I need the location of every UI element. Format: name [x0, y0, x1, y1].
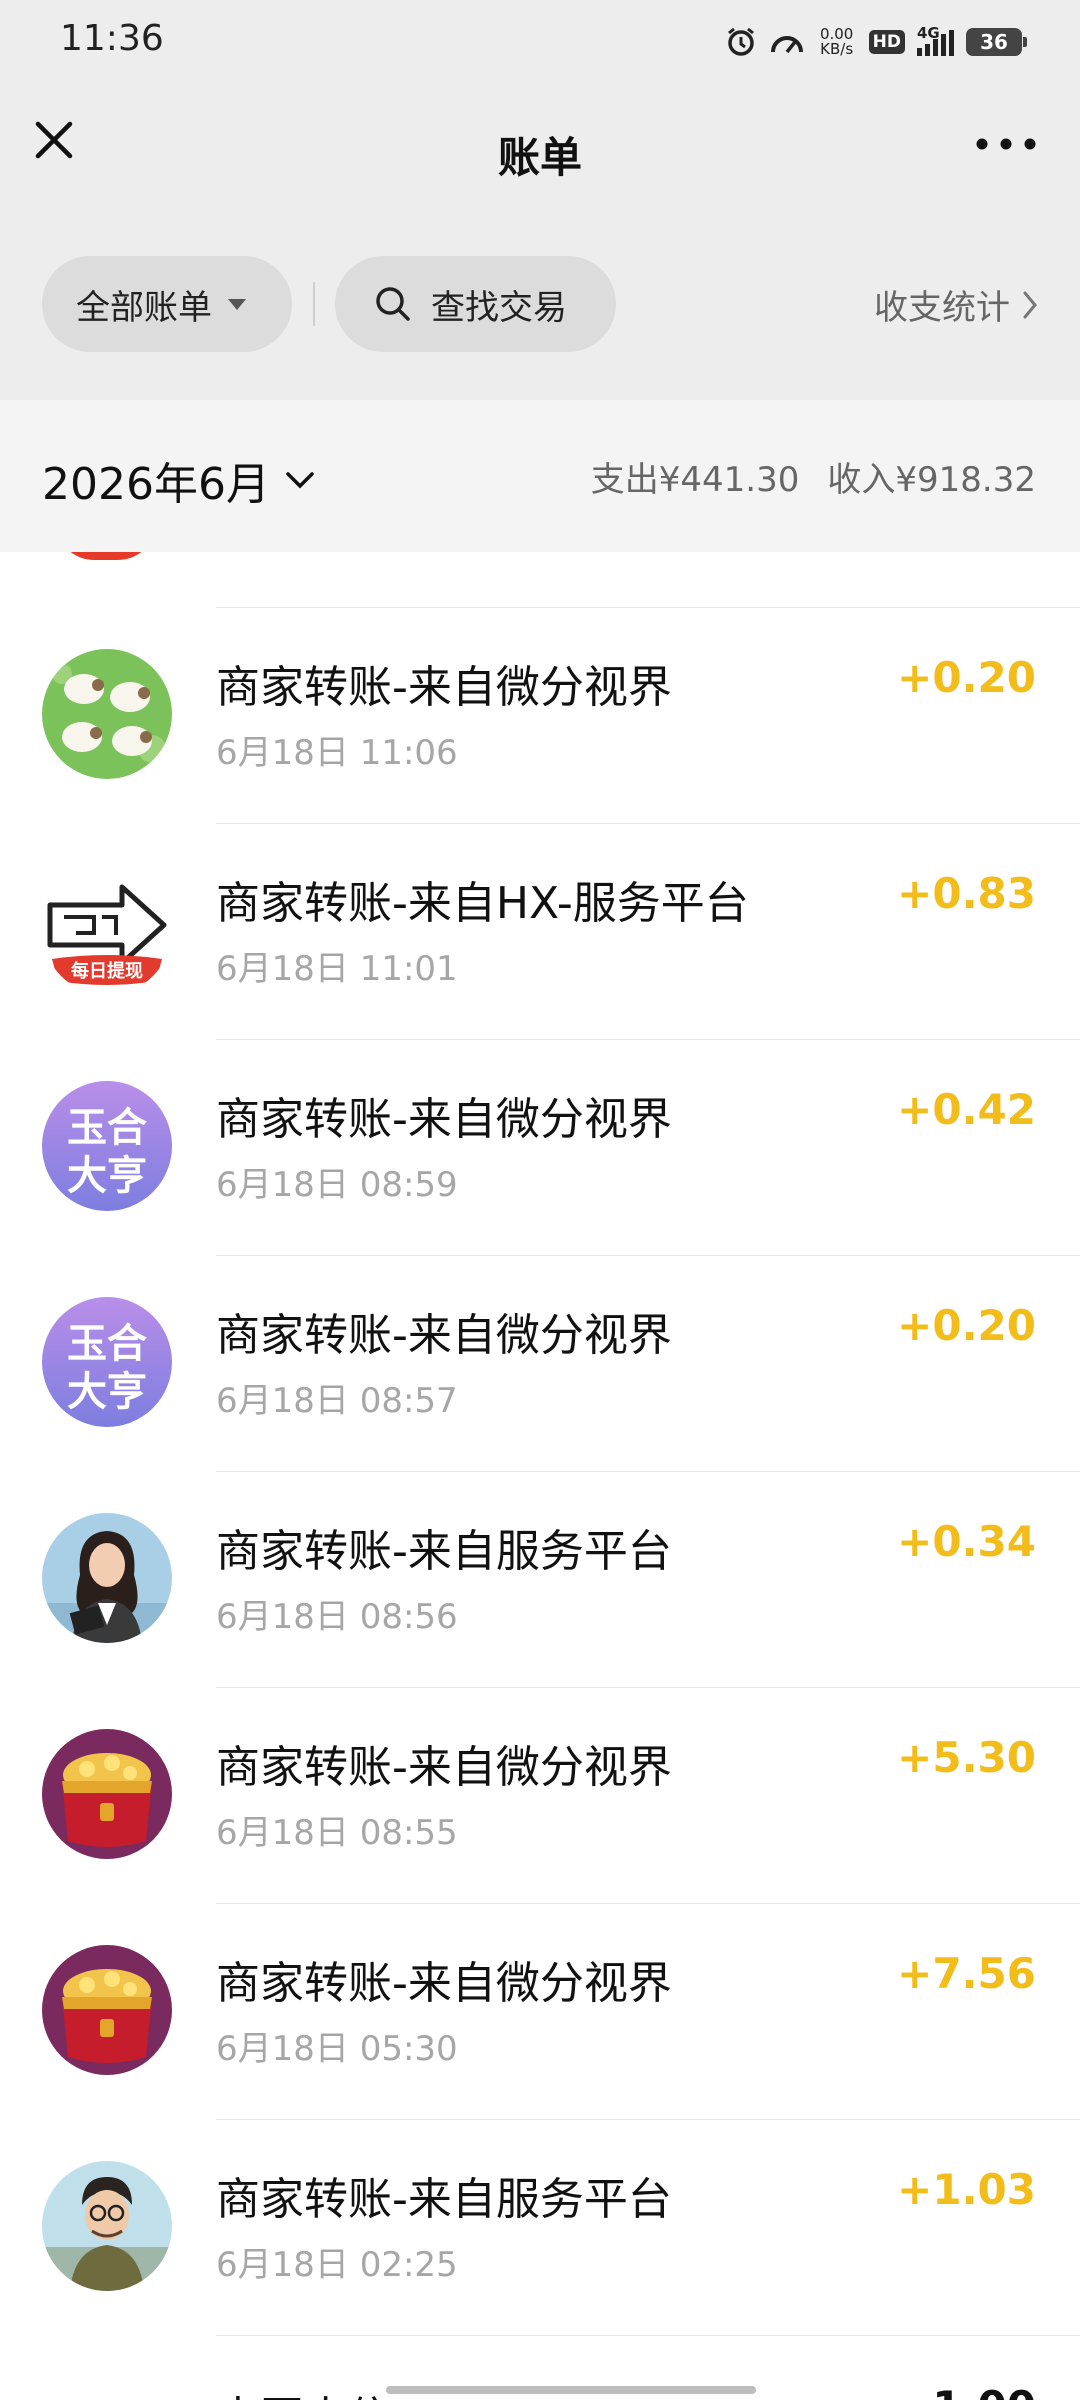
chevron-right-icon: [1023, 291, 1037, 318]
transaction-list: 商家转账-来自微分视界 6月18日 11:06 +0.20 每日提现 商家转账-…: [0, 552, 1080, 2400]
filter-divider: [313, 282, 315, 326]
transaction-time: 6月18日 08:57: [216, 1381, 458, 1421]
avatar-text-line2: 大亨: [67, 1369, 147, 1415]
more-button[interactable]: [968, 124, 1044, 164]
search-label: 查找交易: [431, 287, 567, 328]
all-bills-label: 全部账单: [76, 287, 212, 328]
month-label: 2026年6月: [42, 459, 270, 510]
income-expense-stats-link[interactable]: 收支统计: [874, 280, 1040, 329]
avatar-text-line1: 玉合: [67, 1105, 147, 1151]
battery-icon: 36: [966, 28, 1027, 56]
transaction-title: 商家转账-来自服务平台: [216, 1526, 672, 1577]
signal-icon: 4G: [917, 24, 954, 56]
hd-badge: HD: [868, 30, 905, 54]
transaction-amount: +1.03: [897, 2165, 1036, 2214]
businesswoman-avatar: [42, 1513, 172, 1643]
yuhe-dahang-avatar: 玉合 大亨: [42, 1081, 172, 1211]
transaction-amount: +0.20: [897, 1301, 1036, 1350]
month-selector[interactable]: 2026年6月: [42, 448, 316, 512]
transaction-title: 商家转账-来自微分视界: [216, 1310, 672, 1361]
treasure-chest-avatar: [42, 1945, 172, 2075]
nav-bar: 账单: [0, 84, 1080, 214]
transaction-row[interactable]: 玉合 大亨 商家转账-来自微分视界 6月18日 08:57 +0.20: [0, 1255, 1080, 1471]
partial-avatar: [56, 552, 156, 560]
alarm-icon: [725, 26, 757, 58]
transaction-title: 商家转账-来自服务平台: [216, 2174, 672, 2225]
transaction-amount: +7.56: [897, 1949, 1036, 1998]
month-header: 2026年6月 支出¥441.30 收入¥918.32: [0, 400, 1080, 552]
transaction-amount: +5.30: [897, 1733, 1036, 1782]
income-label: 收入: [827, 460, 896, 500]
transaction-title: 中国电信: [216, 2382, 392, 2400]
search-icon: [376, 287, 410, 321]
caret-down-icon: [228, 298, 246, 310]
transaction-time: 6月18日 11:06: [216, 733, 458, 773]
treasure-chest-avatar: [42, 1729, 172, 1859]
transaction-title: 商家转账-来自微分视界: [216, 662, 672, 713]
expense-summary: 支出¥441.30: [591, 452, 800, 501]
transaction-time: 6月18日 08:55: [216, 1813, 458, 1853]
chevron-down-icon: [286, 472, 314, 489]
speedometer-icon: [769, 26, 805, 58]
transaction-time: 6月18日 08:59: [216, 1165, 458, 1205]
daily-withdraw-text: 每日提现: [71, 960, 143, 982]
stats-label: 收支统计: [874, 288, 1010, 328]
transaction-row[interactable]: 玉合 大亨 商家转账-来自微分视界 6月18日 08:59 +0.42: [0, 1039, 1080, 1255]
transaction-row[interactable]: 商家转账-来自服务平台 6月18日 08:56 +0.34: [0, 1471, 1080, 1687]
avatar-text-line2: 大亨: [67, 1153, 147, 1199]
income-value: ¥918.32: [895, 460, 1036, 500]
transaction-amount: +0.83: [897, 869, 1036, 918]
net-speed-unit: KB/s: [820, 40, 854, 58]
search-transactions-button[interactable]: 查找交易: [335, 256, 616, 352]
transaction-row[interactable]: 商家转账-来自微分视界 6月18日 05:30 +7.56: [0, 1903, 1080, 2119]
expense-value: ¥441.30: [658, 460, 800, 500]
transaction-row[interactable]: 商家转账-来自微分视界 6月18日 08:55 +5.30: [0, 1687, 1080, 1903]
status-icons: 0.00 KB/s HD 4G 36: [725, 20, 1027, 64]
transaction-time: 6月18日 08:56: [216, 1597, 458, 1637]
transaction-row[interactable]: 商家转账-来自微分视界 6月18日 11:06 +0.20: [0, 607, 1080, 823]
transaction-amount: +0.34: [897, 1517, 1036, 1566]
transaction-time: 6月18日 05:30: [216, 2029, 458, 2069]
transaction-amount: -1.00: [915, 2382, 1036, 2400]
transaction-title: 商家转账-来自微分视界: [216, 1742, 672, 1793]
filter-row: 全部账单 查找交易 收支统计: [0, 256, 1080, 352]
status-bar: 11:36 0.00 KB/s HD 4G 36: [0, 0, 1080, 84]
more-horizontal-icon: [976, 138, 1036, 150]
transaction-amount: +0.42: [897, 1085, 1036, 1134]
expense-label: 支出: [590, 460, 659, 500]
transaction-title: 商家转账-来自微分视界: [216, 1094, 672, 1145]
page-title: 账单: [497, 133, 582, 182]
transaction-time: 6月18日 02:25: [216, 2245, 458, 2285]
sheep-avatar: [42, 649, 172, 779]
transaction-title: 商家转账-来自HX-服务平台: [216, 878, 749, 929]
daily-withdraw-avatar: 每日提现: [42, 865, 172, 995]
network-type: 4G: [917, 24, 940, 42]
income-summary: 收入¥918.32: [827, 452, 1036, 501]
transaction-row[interactable]: 每日提现 商家转账-来自HX-服务平台 6月18日 11:01 +0.83: [0, 823, 1080, 1039]
man-glasses-avatar: [42, 2161, 172, 2291]
network-speed: 0.00 KB/s: [817, 27, 857, 57]
home-indicator[interactable]: [386, 2386, 756, 2394]
month-summary: 支出¥441.30 收入¥918.32: [591, 452, 1036, 501]
transaction-time: 6月18日 11:01: [216, 949, 458, 989]
row-separator: [216, 2335, 1080, 2336]
status-time: 11:36: [60, 18, 164, 59]
avatar-text-line1: 玉合: [67, 1321, 147, 1367]
transaction-title: 商家转账-来自微分视界: [216, 1958, 672, 2009]
all-bills-dropdown[interactable]: 全部账单: [42, 256, 292, 352]
transaction-row[interactable]: 商家转账-来自服务平台 6月18日 02:25 +1.03: [0, 2119, 1080, 2335]
yuhe-dahang-avatar: 玉合 大亨: [42, 1297, 172, 1427]
transaction-amount: +0.20: [897, 653, 1036, 702]
